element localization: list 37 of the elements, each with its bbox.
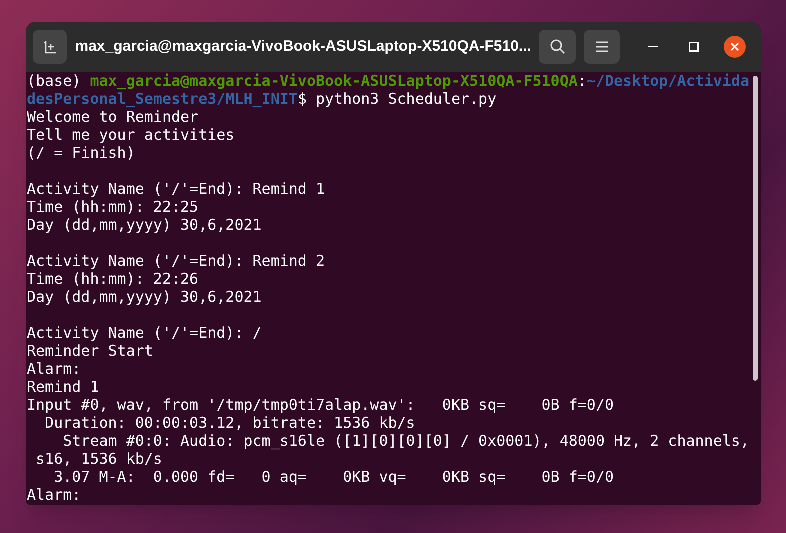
- new-tab-button[interactable]: [33, 30, 68, 64]
- terminal-text: Alarm:: [27, 486, 82, 504]
- terminal-text: Day (dd,mm,yyyy) 30,6,2021: [27, 288, 262, 306]
- terminal-text: Time (hh:mm): 22:26: [27, 270, 199, 288]
- terminal-text: s16, 1536 kb/s: [35, 450, 162, 468]
- search-button[interactable]: [539, 30, 576, 64]
- window-title: max_garcia@maxgarcia-VivoBook-ASUSLaptop-X510QA-F510...: [75, 36, 532, 57]
- terminal-text: Day (dd,mm,yyyy) 30,6,2021: [27, 216, 262, 234]
- close-button[interactable]: [724, 36, 746, 58]
- terminal-text: Tell me your activities: [27, 126, 235, 144]
- terminal-text: Time (hh:mm): 22:25: [27, 198, 199, 216]
- terminal-text: $ python3 Scheduler.py: [298, 90, 497, 108]
- terminal-text: Stream #0:0: Audio: pcm_s16le ([1][0][0][0] / 0x0001), 48000 Hz, 2 channels,: [62, 432, 750, 450]
- prompt-user: max_garcia@maxgarcia-VivoBook-ASUSLaptop-X510QA-F510QA: [90, 72, 578, 90]
- scrollbar[interactable]: [753, 76, 758, 381]
- prompt-path: ~/Desktop/Activida: [586, 72, 750, 90]
- terminal-text: :: [578, 72, 587, 90]
- minimize-icon: [648, 46, 658, 48]
- terminal-text: Welcome to Reminder: [27, 108, 199, 126]
- maximize-icon: [688, 42, 699, 52]
- menu-button[interactable]: [584, 30, 620, 64]
- terminal-text: Duration: 00:00:03.12, bitrate: 1536 kb/s: [44, 414, 416, 432]
- terminal-text: Input #0, wav, from '/tmp/tmp0ti7alap.wav': 0KB sq= 0B f=0/0: [27, 396, 614, 414]
- terminal-text: Activity Name ('/'=End): Remind 2: [27, 252, 326, 270]
- menu-icon: [594, 41, 609, 53]
- prompt-path: desPersonal_Semestre3/MLH_INIT: [27, 90, 298, 108]
- terminal-text: Alarm:: [27, 360, 82, 378]
- terminal-text: Activity Name ('/'=End): /: [27, 324, 262, 342]
- terminal-text: 3.07 M-A: 0.000 fd= 0 aq= 0KB vq= 0KB sq= 0B f=0/0: [53, 468, 614, 486]
- terminal-text: Reminder Start: [27, 342, 154, 360]
- terminal-text: Remind 1: [27, 378, 100, 396]
- terminal-text: (/ = Finish): [27, 144, 136, 162]
- search-icon: [550, 39, 566, 55]
- new-tab-icon: [43, 40, 58, 54]
- terminal-text: Activity Name ('/'=End): Remind 1: [27, 180, 326, 198]
- close-icon: [731, 43, 740, 51]
- terminal-text: (base): [27, 72, 82, 90]
